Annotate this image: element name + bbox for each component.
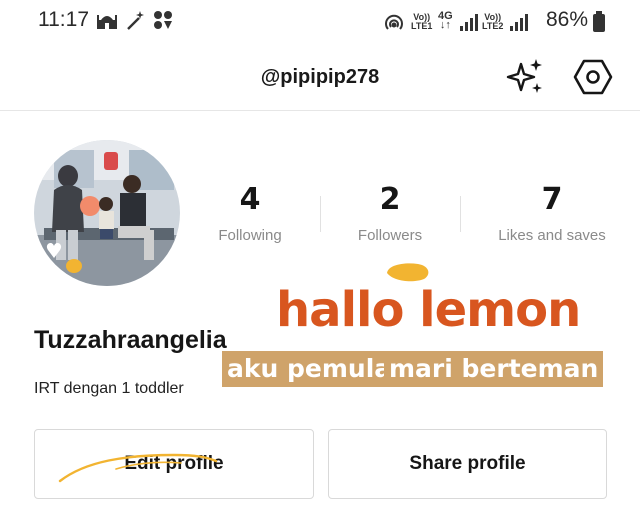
status-bar: 11:17 Vo)) LTE1 4G ↓↑ Vo)) LTE2 86% xyxy=(0,0,640,44)
stat-likes-saves[interactable]: 7 Likes and saves xyxy=(472,182,632,244)
apps-grid-icon xyxy=(154,11,172,29)
followers-count: 2 xyxy=(379,182,401,217)
edit-profile-button[interactable]: Edit profile xyxy=(34,429,314,499)
stat-divider xyxy=(460,196,461,232)
yellow-blob-sticker xyxy=(387,263,429,282)
battery-icon xyxy=(593,11,605,32)
status-time: 11:17 xyxy=(38,8,89,31)
sticker-tag-2: mari berteman xyxy=(384,351,604,387)
battery-percent: 86% xyxy=(545,8,588,31)
net2-bot: LTE2 xyxy=(482,21,504,31)
avatar[interactable] xyxy=(34,140,180,286)
net1-bot: LTE1 xyxy=(411,21,433,31)
signal-icon xyxy=(510,14,528,31)
hotspot-icon xyxy=(385,14,403,30)
net1-label: Vo)) LTE1 xyxy=(411,13,432,31)
profile-header: @pipipip278 xyxy=(0,44,640,111)
profile-bio: IRT dengan 1 toddler xyxy=(34,380,184,397)
likes-saves-label: Likes and saves xyxy=(498,227,606,244)
stat-followers[interactable]: 2 Followers xyxy=(320,182,460,244)
following-label: Following xyxy=(218,227,282,244)
likes-saves-count: 7 xyxy=(541,182,563,217)
signal-icon xyxy=(460,14,478,31)
settings-button[interactable] xyxy=(573,57,613,97)
following-count: 4 xyxy=(239,182,261,217)
stat-following[interactable]: 4 Following xyxy=(180,182,320,244)
followers-label: Followers xyxy=(357,227,423,244)
net-4g-label: 4G ↓↑ xyxy=(438,11,453,31)
sparkle-button[interactable] xyxy=(506,57,546,97)
sticker-tag-1: aku pemula xyxy=(222,351,397,387)
share-profile-button[interactable]: Share profile xyxy=(328,429,607,499)
magic-wand-icon xyxy=(127,11,144,30)
sticker-title: hallo lemon xyxy=(276,282,581,338)
net2-label: Vo)) LTE2 xyxy=(482,13,503,31)
avatar-photo xyxy=(34,140,180,286)
settings-hexagon-icon xyxy=(573,59,613,95)
profile-name: Tuzzahraangelia xyxy=(34,326,227,354)
mosque-icon xyxy=(97,15,117,29)
data-arrows-icon: ↓↑ xyxy=(439,19,451,31)
share-profile-label: Share profile xyxy=(409,453,526,474)
sparkle-icon xyxy=(506,59,542,93)
edit-profile-label: Edit profile xyxy=(124,453,224,474)
